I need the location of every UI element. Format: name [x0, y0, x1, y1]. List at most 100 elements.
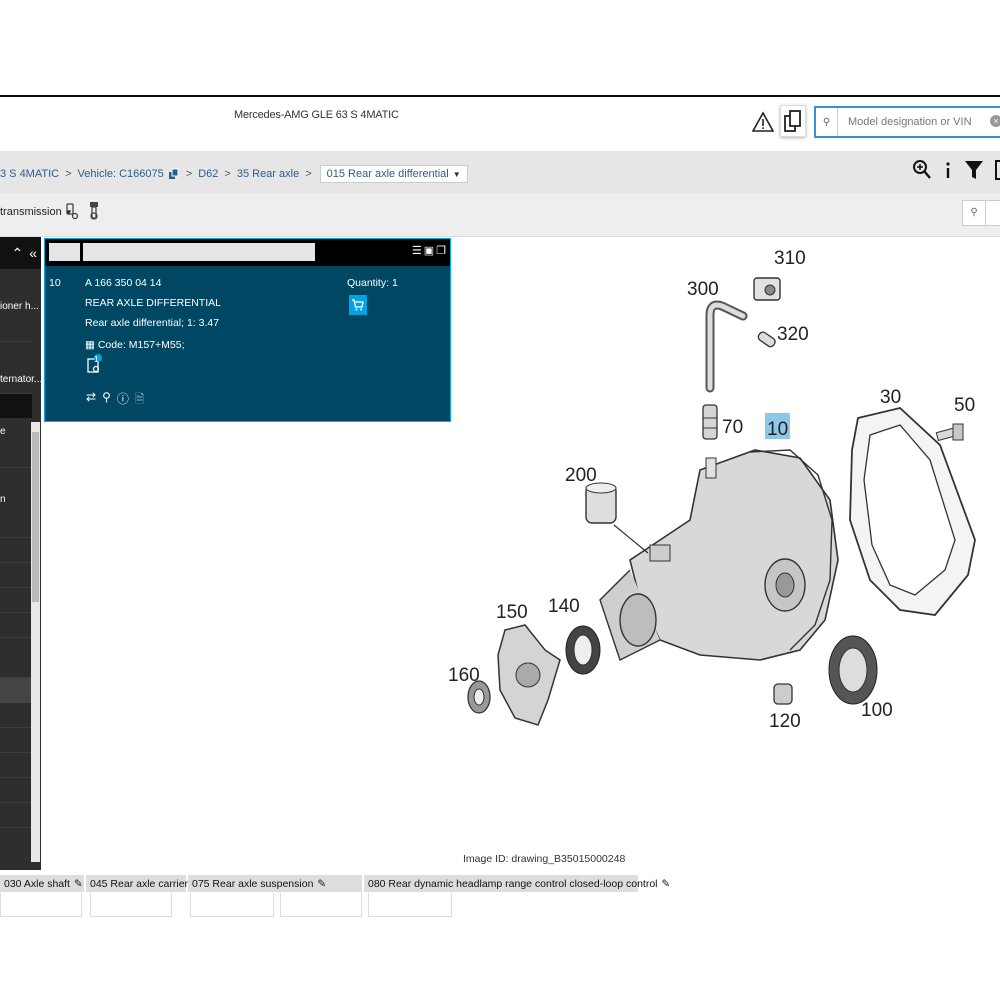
- callout-160[interactable]: 160: [448, 665, 480, 686]
- list-icon[interactable]: ☰: [412, 244, 422, 257]
- thumbnail[interactable]: [0, 893, 82, 917]
- oil-bottle-icon[interactable]: [64, 201, 80, 221]
- callout-120[interactable]: 120: [769, 711, 801, 732]
- sidebar-selected-row[interactable]: [0, 677, 32, 703]
- breadcrumb-bar: 3 S 4MATIC > Vehicle: C166075 > D62 > 35…: [0, 151, 1000, 193]
- part-filter-input[interactable]: [83, 243, 315, 261]
- chevron-up-icon[interactable]: ⌃: [11, 245, 23, 262]
- search-icon[interactable]: ⚲: [816, 108, 838, 136]
- transmission-label: transmission: [0, 206, 62, 218]
- copy-vin-icon[interactable]: [168, 168, 180, 180]
- callout-10[interactable]: 10: [767, 419, 788, 440]
- part-number[interactable]: A 166 350 04 14: [85, 277, 162, 289]
- part-info-panel: ☰ ▣ ❐ 10 A 166 350 04 14 REAR AXLE DIFFE…: [44, 238, 451, 422]
- thumbnail[interactable]: [368, 893, 452, 917]
- tab-axle-shaft[interactable]: 030 Axle shaft ✎: [0, 875, 84, 892]
- callout-300[interactable]: 300: [687, 279, 719, 300]
- breadcrumb-group[interactable]: 35 Rear axle: [237, 168, 299, 180]
- sidebar-scrollbar[interactable]: [31, 422, 40, 862]
- panel-toggle-icon[interactable]: [994, 159, 1000, 181]
- replace-icon[interactable]: ⇄: [86, 390, 96, 411]
- document-icon[interactable]: 🗎: [135, 390, 145, 411]
- warning-icon[interactable]: [752, 111, 774, 133]
- tab-headlamp-range-control[interactable]: 080 Rear dynamic headlamp range control …: [364, 875, 670, 892]
- search-icon[interactable]: ⚲: [962, 200, 986, 226]
- sidebar-item-4[interactable]: n: [0, 494, 6, 505]
- clear-icon[interactable]: ×: [990, 115, 1000, 127]
- expand-icon[interactable]: ▣: [424, 244, 434, 257]
- callout-200[interactable]: 200: [565, 465, 597, 486]
- breadcrumb-vehicle[interactable]: Vehicle: C166075: [78, 168, 164, 180]
- add-to-cart-button[interactable]: [349, 295, 367, 315]
- scrollbar-thumb[interactable]: [32, 432, 39, 602]
- tab-rear-axle-suspension[interactable]: 075 Rear axle suspension ✎: [188, 875, 362, 892]
- part-70-breather[interactable]: [702, 404, 718, 440]
- edit-icon[interactable]: ✎: [662, 878, 671, 890]
- breadcrumb-model[interactable]: 3 S 4MATIC: [0, 168, 59, 180]
- vin-search-field[interactable]: ⚲ Model designation or VIN ×: [814, 106, 1000, 138]
- part-code: ▦ Code: M157+M55;: [85, 339, 185, 351]
- tab-label: 045 Rear axle carrier: [90, 877, 189, 890]
- callout-320[interactable]: 320: [777, 324, 809, 345]
- part-10-differential-housing[interactable]: [599, 449, 839, 661]
- sidebar-item-1[interactable]: ioner h...: [0, 301, 39, 312]
- zoom-in-icon[interactable]: [912, 159, 932, 181]
- tab-rear-axle-carrier[interactable]: 045 Rear axle carrier✎: [86, 875, 201, 892]
- related-groups-thumbnails: [0, 893, 460, 917]
- subgroup-label: 015 Rear axle differential: [326, 168, 449, 180]
- subgroup-dropdown[interactable]: 015 Rear axle differential ▼: [319, 165, 468, 183]
- app-header: Mercedes-AMG GLE 63 S 4MATIC ⚲ Model des…: [0, 95, 1000, 151]
- sidebar-divider: [0, 777, 32, 778]
- sidebar-item-2[interactable]: ternator...: [0, 374, 41, 385]
- screw-icon[interactable]: [86, 201, 102, 221]
- part-actions: ⇄ ⚲ ⓘ 🗎: [86, 390, 145, 411]
- transmission-dropdown[interactable]: transmission ▼: [0, 206, 73, 218]
- callout-310[interactable]: 310: [774, 248, 806, 269]
- callout-100[interactable]: 100: [861, 700, 893, 721]
- part-300-hose[interactable]: [705, 300, 748, 393]
- collapse-left-icon[interactable]: «: [29, 245, 37, 261]
- info-icon[interactable]: [942, 159, 954, 181]
- part-320-pin[interactable]: [757, 331, 777, 349]
- sidebar-divider: [0, 587, 32, 588]
- cart-icon: [352, 299, 364, 311]
- sidebar-divider: [0, 827, 32, 828]
- navigation-sidebar: ⌃ « ioner h... ternator... e n: [0, 237, 41, 870]
- view-tools: [912, 159, 1000, 181]
- breadcrumb-d62[interactable]: D62: [198, 168, 218, 180]
- sidebar-divider: [0, 802, 32, 803]
- toolbar-icons: [64, 201, 102, 221]
- toolbar-search-input[interactable]: [986, 200, 1000, 226]
- alert-circle-icon[interactable]: ⓘ: [117, 390, 129, 411]
- part-200-bushing[interactable]: [585, 482, 617, 524]
- filter-icon[interactable]: [964, 159, 984, 181]
- part-150-flange[interactable]: [497, 624, 561, 726]
- part-140-seal-ring[interactable]: [565, 625, 601, 675]
- thumbnail[interactable]: [190, 893, 274, 917]
- callout-150[interactable]: 150: [496, 602, 528, 623]
- tab-label: 030 Axle shaft: [4, 877, 70, 890]
- breadcrumb-separator: >: [224, 168, 231, 180]
- callout-70[interactable]: 70: [722, 417, 743, 438]
- wrench-icon[interactable]: ⚲: [102, 390, 111, 411]
- copy-button[interactable]: [780, 105, 806, 137]
- callout-30[interactable]: 30: [880, 387, 901, 408]
- thumbnail[interactable]: [90, 893, 172, 917]
- part-code-text: Code: M157+M55;: [97, 339, 185, 351]
- position-filter-input[interactable]: [49, 243, 80, 261]
- grid-icon: ▦: [85, 339, 98, 351]
- parts-drawing[interactable]: 310 300 320 30 50 70 10 200 150 140 160 …: [440, 240, 1000, 750]
- part-position: 10: [49, 277, 61, 289]
- part-120-plug[interactable]: [773, 683, 793, 705]
- edit-icon[interactable]: ✎: [317, 878, 326, 890]
- edit-icon[interactable]: ✎: [74, 878, 83, 890]
- sidebar-item-3[interactable]: e: [0, 426, 6, 437]
- part-50-bolt[interactable]: [935, 423, 964, 442]
- search-placeholder: Model designation or VIN: [848, 116, 972, 128]
- callout-50[interactable]: 50: [954, 395, 975, 416]
- thumbnail[interactable]: [280, 893, 362, 917]
- part-310-clip[interactable]: [753, 277, 781, 301]
- sidebar-divider: [0, 727, 32, 728]
- callout-140[interactable]: 140: [548, 596, 580, 617]
- part-100-shaft-seal[interactable]: [828, 635, 878, 705]
